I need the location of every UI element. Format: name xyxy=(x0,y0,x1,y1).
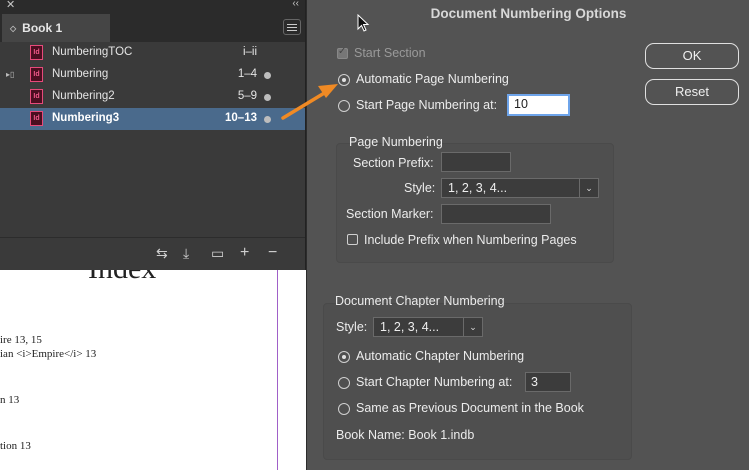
annotation-arrow-icon xyxy=(281,84,338,120)
